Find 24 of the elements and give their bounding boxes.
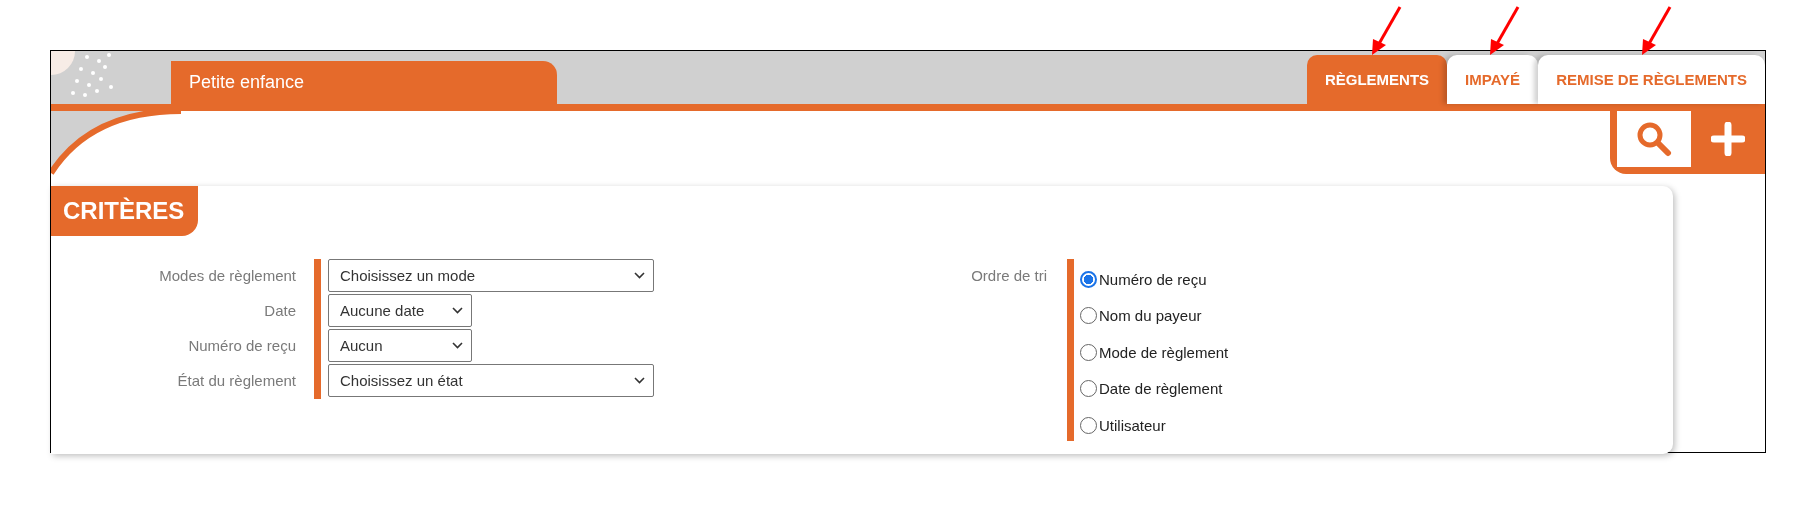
plus-icon [1711,122,1745,156]
section-title: Petite enfance [171,61,557,104]
panel-title: CRITÈRES [51,186,199,236]
search-icon [1636,121,1672,157]
field-label: Modes de règlement [159,266,296,286]
dropdown[interactable]: Choisissez un état [328,364,654,397]
chevron-down-icon [634,272,645,279]
radio-label[interactable]: Date de règlement [1099,380,1223,398]
search-button[interactable] [1617,111,1691,167]
radio-label[interactable]: Mode de règlement [1099,343,1229,361]
field-label: État du règlement [177,371,296,391]
radio-label[interactable]: Numéro de reçu [1099,270,1207,288]
radio-label[interactable]: Nom du payeur [1099,307,1202,325]
chevron-down-icon [452,307,463,314]
chevron-down-icon [452,342,463,349]
dropdown[interactable]: Choisissez un mode [328,259,654,292]
field-label: Ordre de tri [970,266,1047,286]
radio-button[interactable] [1080,270,1097,288]
dropdown[interactable]: Aucune date [328,294,472,327]
radio-label[interactable]: Utilisateur [1099,416,1166,434]
field-label: Numéro de reçu [188,336,296,356]
chevron-down-icon [634,377,645,384]
field-label: Date [264,301,296,321]
dropdown[interactable]: Aucun [328,329,472,362]
